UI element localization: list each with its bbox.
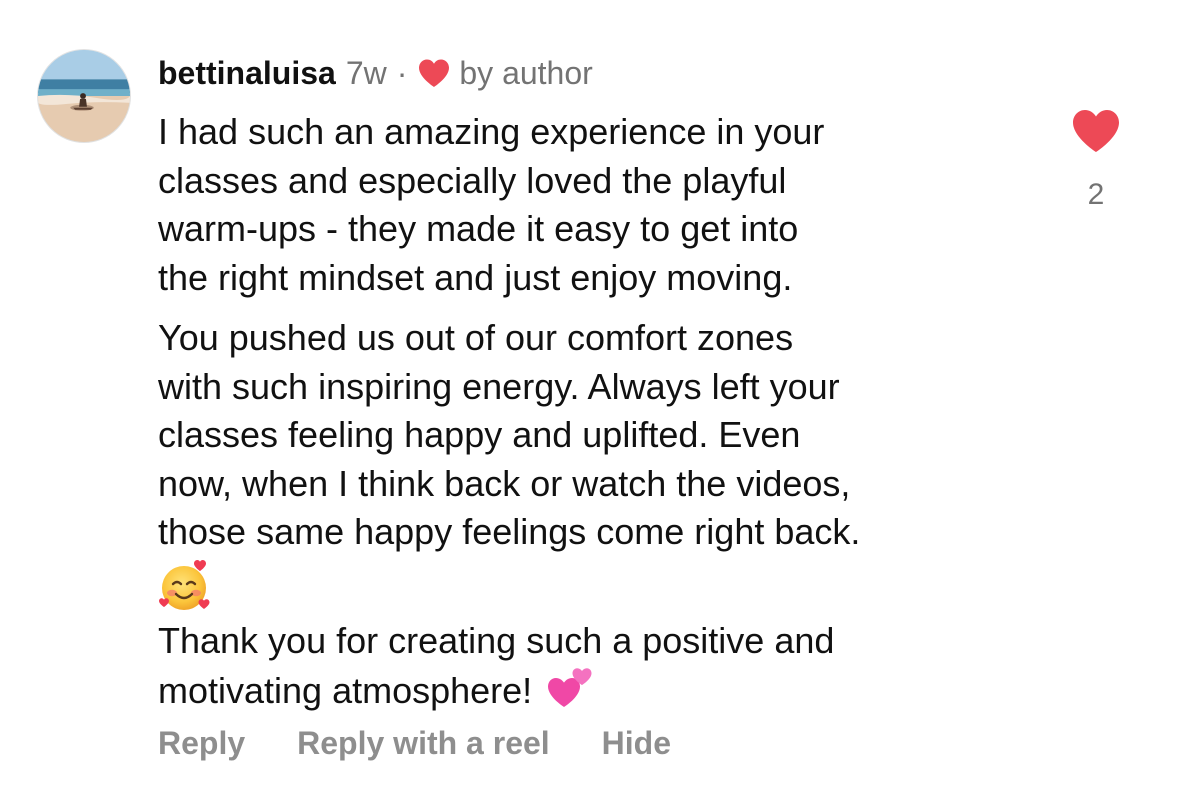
like-count[interactable]: 2: [1071, 178, 1121, 212]
comment-paragraph-2: You pushed us out of our comfort zones w…: [158, 317, 861, 552]
comment-paragraph-1: I had such an amazing experience in your…: [158, 111, 825, 298]
username[interactable]: bettinaluisa: [158, 55, 336, 92]
liked-by-author-label: by author: [459, 54, 593, 91]
hide-button[interactable]: Hide: [602, 725, 671, 762]
comment-paragraph-3: Thank you for creating such a positive a…: [158, 617, 1038, 716]
reply-button[interactable]: Reply: [158, 725, 245, 762]
reply-with-reel-button[interactable]: Reply with a reel: [297, 725, 550, 762]
timestamp: 7w: [345, 54, 387, 91]
comment-body: I had such an amazing experience in your…: [158, 108, 1038, 728]
heart-filled-icon: [1073, 110, 1119, 152]
smiling-face-with-hearts-emoji: [158, 557, 1038, 615]
avatar[interactable]: [37, 49, 131, 143]
two-hearts-emoji: [546, 665, 594, 709]
comment-actions: Reply Reply with a reel Hide: [158, 725, 671, 762]
like-button[interactable]: [1071, 108, 1121, 154]
beach-photo-icon: [38, 50, 130, 142]
heart-icon: [417, 58, 451, 88]
comment-paragraph-3-text: Thank you for creating such a positive a…: [158, 619, 835, 712]
separator-dot: ·: [396, 54, 408, 91]
comment-header: bettinaluisa 7w · by author: [158, 50, 593, 96]
comment-item: bettinaluisa 7w · by author I had such a…: [0, 0, 1179, 793]
